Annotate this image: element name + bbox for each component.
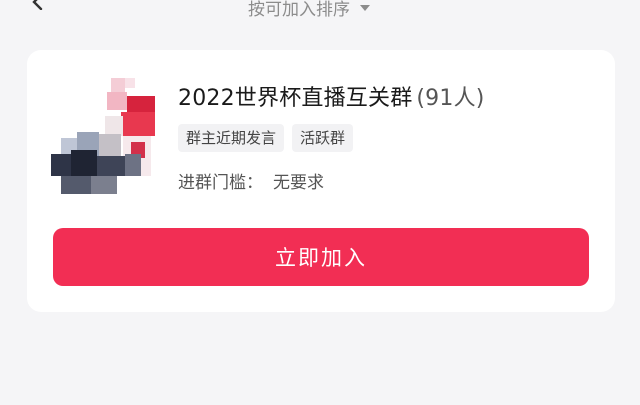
join-button[interactable]: 立即加入 — [53, 228, 589, 286]
top-bar: 按可加入排序 — [0, 0, 640, 28]
group-name: 2022世界杯直播互关群 (91人) — [178, 80, 485, 112]
sort-dropdown[interactable]: 按可加入排序 — [248, 0, 370, 20]
member-count: (91人) — [416, 86, 485, 111]
group-card[interactable]: 2022世界杯直播互关群 (91人) 群主近期发言 活跃群 进群门槛： 无要求 立即… — [27, 50, 615, 312]
tag-owner-active: 群主近期发言 — [178, 124, 285, 152]
requirement-label: 进群门槛： — [178, 173, 263, 193]
tag-list: 群主近期发言 活跃群 — [178, 124, 354, 152]
tag-active-group: 活跃群 — [292, 124, 354, 152]
join-requirement: 进群门槛： 无要求 — [178, 168, 324, 193]
sort-label: 按可加入排序 — [248, 0, 350, 20]
chevron-down-icon — [360, 5, 370, 11]
back-arrow-icon[interactable] — [30, 0, 46, 10]
group-avatar[interactable] — [51, 76, 161, 196]
group-title: 2022世界杯直播互关群 — [178, 86, 413, 111]
requirement-value: 无要求 — [273, 173, 324, 193]
